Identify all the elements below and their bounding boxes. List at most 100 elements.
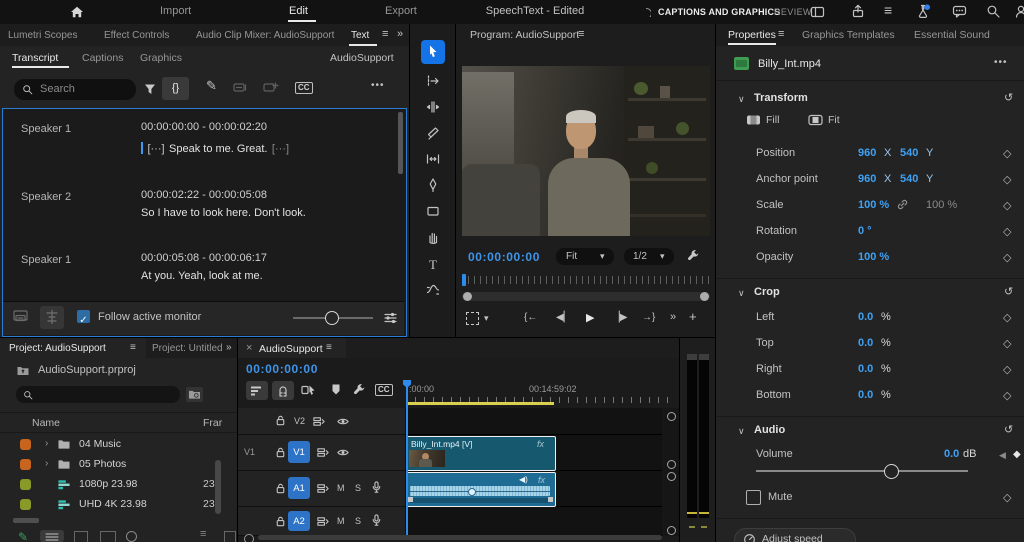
- tab-overflow-icon[interactable]: »: [397, 28, 403, 40]
- voiceover-mic-icon[interactable]: [370, 513, 383, 528]
- create-captions-icon[interactable]: CC: [295, 82, 313, 94]
- audio-meter-left[interactable]: [687, 354, 697, 518]
- segment-words[interactable]: Speak to me. Great.: [169, 143, 267, 155]
- keyframe-diamond-icon[interactable]: ◇: [1003, 311, 1011, 324]
- type-tool[interactable]: T: [426, 256, 440, 274]
- track-header-a2[interactable]: A2 M S: [238, 507, 405, 536]
- button-overflow-icon[interactable]: »: [670, 311, 676, 323]
- position-x-value[interactable]: 960: [858, 147, 876, 159]
- add-keyframe-icon[interactable]: ◆: [1013, 449, 1021, 460]
- go-to-out-icon[interactable]: →}: [642, 312, 655, 323]
- timeline-settings-wrench-icon[interactable]: [352, 383, 366, 402]
- label-swatch[interactable]: [20, 439, 31, 450]
- project-search-input[interactable]: [38, 387, 176, 400]
- keyframe-diamond-icon[interactable]: ◇: [1003, 251, 1011, 264]
- program-timecode[interactable]: 00:00:00:00: [468, 250, 540, 264]
- subtab-captions[interactable]: Captions: [82, 52, 123, 64]
- step-forward-icon[interactable]: ▕▶: [612, 312, 627, 323]
- zoom-level-select[interactable]: Fit ▾: [556, 248, 614, 265]
- play-icon[interactable]: ▶: [586, 311, 594, 324]
- timeline-menu-icon[interactable]: ≡: [326, 342, 332, 353]
- lock-icon[interactable]: [274, 515, 287, 528]
- audio-title[interactable]: Audio: [754, 424, 785, 436]
- keyframe-diamond-icon[interactable]: ◇: [1003, 225, 1011, 238]
- zoom-bar-left-handle[interactable]: [463, 292, 472, 301]
- pause-token[interactable]: [···]: [272, 143, 289, 155]
- track-scroll-strip[interactable]: [662, 408, 679, 536]
- timeline-hscrollbar[interactable]: [258, 535, 662, 540]
- adjust-speed-button[interactable]: Adjust speed: [734, 528, 856, 542]
- volume-slider-track[interactable]: [756, 470, 968, 472]
- transcript-row[interactable]: Speaker 2 00:00:02:22 - 00:00:05:08 So I…: [3, 187, 404, 237]
- track-target-a2[interactable]: A2: [288, 511, 310, 531]
- program-playhead[interactable]: [462, 274, 466, 286]
- project-row-05-photos[interactable]: › 05 Photos: [0, 454, 237, 474]
- keyframe-diamond-icon[interactable]: ◇: [1003, 337, 1011, 350]
- crop-right-value[interactable]: 0.0: [858, 363, 873, 375]
- volume-keyframe-dot[interactable]: [468, 488, 476, 496]
- mute-checkbox[interactable]: [746, 490, 761, 505]
- project-row-1080p[interactable]: 1080p 23.98 23: [0, 474, 237, 494]
- track-resize-handle[interactable]: [667, 412, 676, 421]
- track-select-forward-tool[interactable]: [426, 74, 440, 88]
- chevron-down-icon[interactable]: ▾: [484, 313, 489, 324]
- audio-clip-billy[interactable]: ◀) fx: [406, 472, 556, 507]
- link-icon[interactable]: [896, 198, 909, 211]
- tab-project-audiosupport[interactable]: Project: AudioSupport: [9, 343, 106, 354]
- selection-tool[interactable]: [421, 40, 445, 64]
- step-back-icon[interactable]: ◀▏: [556, 312, 571, 323]
- expand-chevron-icon[interactable]: ›: [45, 438, 48, 449]
- pause-tokens-toggle[interactable]: {}: [162, 77, 189, 100]
- fit-button[interactable]: Fit: [808, 114, 840, 126]
- freeform-view-button[interactable]: [100, 531, 116, 542]
- beta-beaker-icon[interactable]: [916, 4, 931, 24]
- fx-badge[interactable]: fx: [538, 475, 545, 485]
- export-frame-icon[interactable]: [466, 312, 479, 325]
- tab-project-untitled[interactable]: Project: Untitled: [152, 343, 223, 354]
- crop-left-value[interactable]: 0.0: [858, 311, 873, 323]
- scale-value[interactable]: 100 %: [858, 199, 889, 211]
- track-resize-handle[interactable]: [667, 460, 676, 469]
- icon-view-button[interactable]: [74, 531, 88, 542]
- source-patch-icon[interactable]: [316, 482, 330, 495]
- search-icon[interactable]: [986, 4, 1001, 19]
- track-resize-handle[interactable]: [667, 526, 676, 535]
- crop-top-value[interactable]: 0.0: [858, 337, 873, 349]
- project-search-box[interactable]: [16, 386, 180, 403]
- rectangle-tool[interactable]: [426, 204, 440, 218]
- transcript-row[interactable]: Speaker 1 00:00:00:00 - 00:00:02:20 [···…: [3, 119, 404, 175]
- keyframe-diamond-icon[interactable]: ◇: [1003, 199, 1011, 212]
- track-visibility-eye-icon[interactable]: [336, 415, 350, 428]
- track-lanes[interactable]: Billy_Int.mp4 [V] fx ◀) fx: [405, 408, 662, 536]
- project-row-uhd[interactable]: UHD 4K 23.98 23: [0, 494, 237, 514]
- timeline-hscroll-handle[interactable]: [244, 534, 254, 542]
- transform-title[interactable]: Transform: [754, 92, 808, 104]
- source-patch-icon[interactable]: [316, 446, 330, 459]
- remix-tool[interactable]: [426, 282, 440, 296]
- track-target-v1[interactable]: V1: [288, 441, 310, 463]
- lock-icon[interactable]: [274, 414, 287, 427]
- segment-text[interactable]: [···] Speak to me. Great. [···]: [141, 139, 401, 157]
- menu-edit[interactable]: Edit: [289, 5, 308, 17]
- subtab-graphics[interactable]: Graphics: [140, 52, 182, 64]
- workspaces-icon[interactable]: [810, 5, 825, 19]
- tab-properties[interactable]: Properties: [728, 29, 776, 41]
- anchor-x-value[interactable]: 960: [858, 173, 876, 185]
- fade-handle[interactable]: [408, 497, 413, 502]
- fill-button[interactable]: Fill: [746, 114, 779, 126]
- speaker-badge-add-icon[interactable]: [263, 81, 279, 94]
- add-marker-icon[interactable]: [329, 383, 343, 401]
- keyframe-diamond-icon[interactable]: ◇: [1003, 173, 1011, 186]
- caption-block-icon[interactable]: [13, 309, 33, 326]
- expand-chevron-icon[interactable]: ›: [45, 458, 48, 469]
- subtab-transcript[interactable]: Transcript: [12, 52, 58, 64]
- segment-words[interactable]: At you. Yeah, look at me.: [141, 270, 263, 282]
- lock-icon[interactable]: [274, 482, 287, 495]
- keyframe-diamond-icon[interactable]: ◇: [1003, 363, 1011, 376]
- crop-collapse-icon[interactable]: ∨: [738, 288, 745, 299]
- column-name-header[interactable]: Name: [32, 417, 60, 429]
- transform-collapse-icon[interactable]: ∨: [738, 94, 745, 105]
- search-input[interactable]: [38, 82, 132, 96]
- tab-lumetri-scopes[interactable]: Lumetri Scopes: [8, 30, 77, 41]
- zoom-slider-knob[interactable]: [126, 531, 137, 542]
